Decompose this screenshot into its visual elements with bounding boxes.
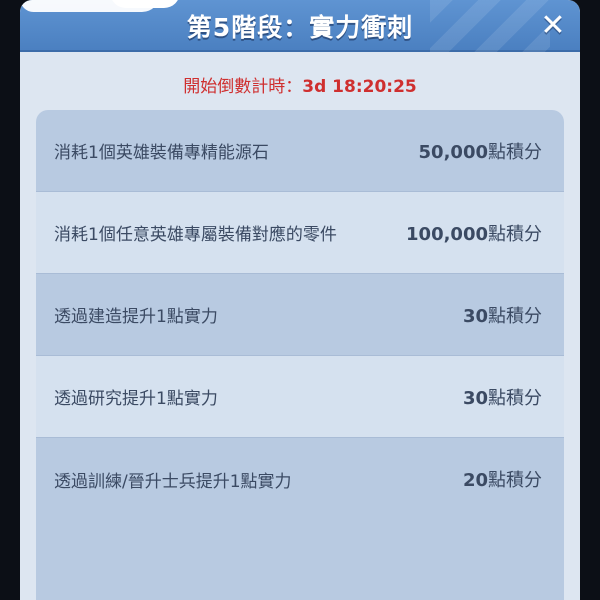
countdown-value: 3d 18:20:25 [302, 77, 417, 97]
task-points-unit: 點積分 [488, 387, 542, 409]
task-row: 透過訓練/晉升士兵提升1點實力 20點積分 [36, 438, 564, 520]
task-points-value: 30 [462, 387, 488, 409]
task-description: 消耗1個英雄裝備專精能源石 [54, 143, 269, 163]
task-description: 透過研究提升1點實力 [54, 389, 218, 409]
snow-decoration [110, 0, 180, 8]
task-points-unit: 點積分 [488, 223, 542, 245]
task-description: 透過訓練/晉升士兵提升1點實力 [54, 471, 292, 492]
task-points: 50,000點積分 [419, 138, 542, 164]
dialog-header: 第5階段：實力衝刺 ✕ [20, 0, 580, 52]
task-points-unit: 點積分 [488, 305, 542, 327]
task-points-value: 50,000 [418, 141, 488, 163]
close-icon[interactable]: ✕ [538, 8, 568, 43]
task-points: 30點積分 [463, 384, 542, 410]
countdown-timer: 開始倒數計時：3d 18:20:25 [20, 72, 580, 97]
task-points-value: 100,000 [406, 223, 488, 245]
task-row: 消耗1個英雄裝備專精能源石 50,000點積分 [36, 110, 564, 192]
task-description: 消耗1個任意英雄專屬裝備對應的零件 [54, 225, 337, 245]
task-list: 消耗1個英雄裝備專精能源石 50,000點積分 消耗1個任意英雄專屬裝備對應的零… [36, 110, 564, 600]
task-points: 20點積分 [463, 466, 542, 492]
task-points-value: 20 [462, 470, 488, 491]
event-stage-dialog: 第5階段：實力衝刺 ✕ 開始倒數計時：3d 18:20:25 消耗1個英雄裝備專… [20, 0, 580, 600]
task-points-unit: 點積分 [488, 470, 542, 491]
task-row: 消耗1個任意英雄專屬裝備對應的零件 100,000點積分 [36, 192, 564, 274]
task-points: 100,000點積分 [406, 220, 542, 246]
task-description: 透過建造提升1點實力 [54, 307, 218, 327]
task-row: 透過建造提升1點實力 30點積分 [36, 274, 564, 356]
countdown-label: 開始倒數計時： [183, 77, 303, 97]
task-row: 透過研究提升1點實力 30點積分 [36, 356, 564, 438]
task-points-value: 30 [462, 305, 488, 327]
task-points-unit: 點積分 [488, 141, 542, 163]
dialog-title: 第5階段：實力衝刺 [186, 13, 414, 42]
task-points: 30點積分 [463, 302, 542, 328]
